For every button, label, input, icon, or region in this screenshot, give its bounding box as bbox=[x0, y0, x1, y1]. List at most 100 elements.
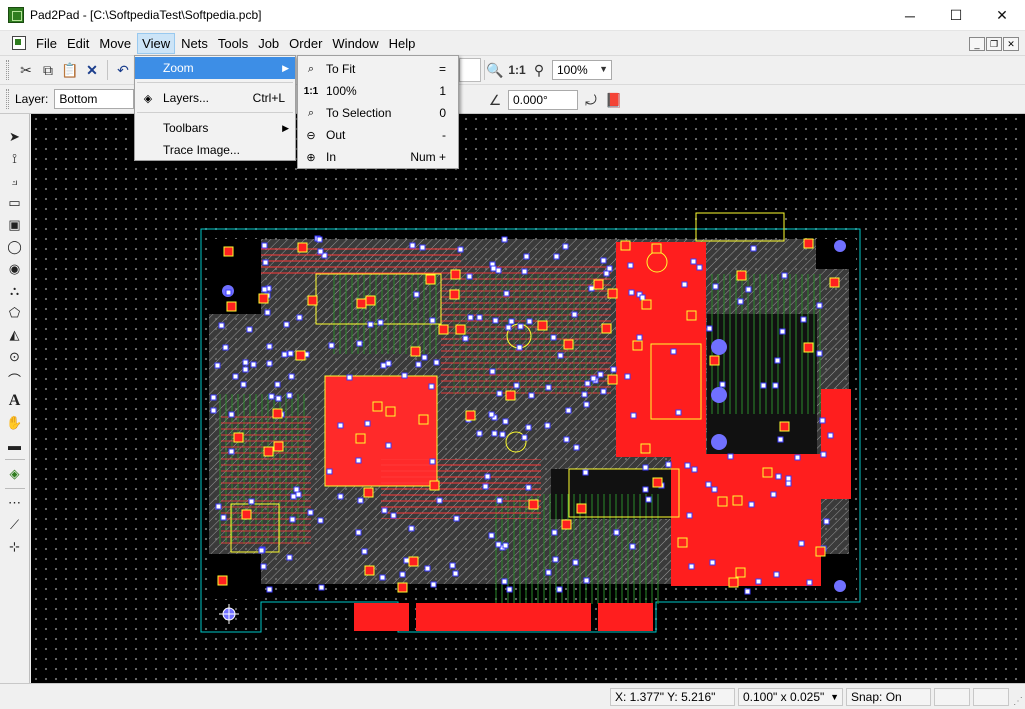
status-panel bbox=[934, 688, 970, 706]
trace-bundle bbox=[261, 244, 461, 274]
layers-icon[interactable]: ◈ bbox=[3, 463, 27, 485]
angle-value: 0.000° bbox=[513, 93, 548, 107]
pad bbox=[484, 473, 491, 480]
rotate-icon[interactable]: ⤾ bbox=[580, 89, 602, 111]
menu-help[interactable]: Help bbox=[385, 34, 420, 53]
menu-order[interactable]: Order bbox=[285, 34, 326, 53]
menu-file[interactable]: File bbox=[32, 34, 61, 53]
pad bbox=[248, 498, 255, 505]
zoom-in-item[interactable]: ⊕ In Num + bbox=[298, 146, 458, 168]
pad bbox=[670, 348, 677, 355]
circle-icon[interactable]: ◯ bbox=[3, 236, 27, 258]
smd-pad bbox=[576, 503, 587, 514]
cut-icon[interactable]: ✂ bbox=[15, 59, 37, 81]
zoom-out-item[interactable]: ⊖ Out - bbox=[298, 124, 458, 146]
zoom-out-icon[interactable]: ⚲ bbox=[528, 59, 550, 81]
pad bbox=[794, 454, 801, 461]
smd-pad bbox=[355, 433, 366, 444]
pcb-board-drawing[interactable]: SOFTPEDIA bbox=[31, 114, 1025, 683]
zoom-fit-icon[interactable]: 🔍 bbox=[484, 59, 506, 81]
menu-tools[interactable]: Tools bbox=[214, 34, 252, 53]
toolbar-grip[interactable] bbox=[6, 60, 9, 80]
document-icon[interactable] bbox=[12, 36, 26, 50]
grid-select[interactable]: 0.100" x 0.025" ▼ bbox=[738, 688, 843, 706]
tool-separator bbox=[4, 459, 25, 460]
polygon-icon[interactable]: ⬠ bbox=[3, 302, 27, 324]
view-menu-trace-image[interactable]: Trace Image... bbox=[135, 139, 295, 161]
menu-nets[interactable]: Nets bbox=[177, 34, 212, 53]
pad bbox=[681, 281, 688, 288]
tool-separator bbox=[4, 488, 25, 489]
menu-edit[interactable]: Edit bbox=[63, 34, 93, 53]
pad bbox=[413, 291, 420, 298]
toolbar-grip[interactable] bbox=[6, 89, 9, 109]
paste-icon[interactable]: 📋 bbox=[59, 59, 81, 81]
menu-bar: File Edit Move View Nets Tools Job Order… bbox=[0, 31, 1025, 55]
rectangle-icon[interactable]: ▭ bbox=[3, 192, 27, 214]
smd-pad bbox=[356, 298, 367, 309]
mdi-close-button[interactable]: ✕ bbox=[1003, 37, 1019, 51]
smd-pad bbox=[364, 565, 375, 576]
undo-icon[interactable]: ↶ bbox=[112, 59, 134, 81]
snap-status[interactable]: Snap: On bbox=[846, 688, 931, 706]
arc-icon[interactable]: ⌒ bbox=[3, 368, 27, 390]
pad bbox=[488, 411, 495, 418]
view-menu-layers[interactable]: ◈ Layers... Ctrl+L bbox=[135, 87, 295, 109]
minimize-button[interactable]: ─ bbox=[887, 0, 933, 31]
pad bbox=[779, 328, 786, 335]
pad2pad-app-icon bbox=[8, 7, 24, 23]
measure-icon[interactable]: ⟋ bbox=[3, 514, 27, 536]
zoom-to-selection-item[interactable]: ⌕ To Selection 0 bbox=[298, 102, 458, 124]
pad bbox=[777, 436, 784, 443]
fill-icon[interactable]: ⛬ bbox=[3, 280, 27, 302]
book-icon[interactable]: 📕 bbox=[603, 89, 625, 111]
view-menu-zoom[interactable]: Zoom ▶ bbox=[135, 57, 295, 79]
mdi-restore-button[interactable]: ❐ bbox=[986, 37, 1002, 51]
pad bbox=[328, 342, 335, 349]
trace-icon[interactable]: ⟟ bbox=[3, 148, 27, 170]
pad bbox=[624, 373, 631, 380]
menu-window[interactable]: Window bbox=[328, 34, 382, 53]
ruler-icon[interactable]: ▬ bbox=[3, 434, 27, 456]
menu-move[interactable]: Move bbox=[95, 34, 135, 53]
route-icon[interactable]: ⟓ bbox=[3, 170, 27, 192]
pad bbox=[242, 366, 249, 373]
pad bbox=[262, 259, 269, 266]
text-icon[interactable]: A bbox=[3, 390, 27, 412]
origin-icon[interactable]: ⊹ bbox=[3, 536, 27, 558]
smd-pad bbox=[779, 421, 790, 432]
trace-bundle bbox=[331, 274, 441, 354]
smd-pad bbox=[736, 270, 747, 281]
toolbar-field[interactable] bbox=[459, 58, 481, 82]
smd-pad bbox=[297, 242, 308, 253]
snap-icon[interactable]: ⋯ bbox=[3, 492, 27, 514]
angle-input[interactable]: 0.000° bbox=[508, 90, 578, 110]
pad bbox=[550, 334, 557, 341]
close-button[interactable]: ✕ bbox=[979, 0, 1025, 31]
menu-view[interactable]: View bbox=[137, 32, 176, 54]
layers-stack-icon[interactable]: ◉ bbox=[3, 258, 27, 280]
pad bbox=[281, 351, 288, 358]
copy-icon[interactable]: ⧉ bbox=[37, 59, 59, 81]
resize-grip-icon[interactable]: ⋰ bbox=[1013, 696, 1023, 707]
mdi-minimize-button[interactable]: _ bbox=[969, 37, 985, 51]
hand-pan-icon[interactable]: ✋ bbox=[3, 412, 27, 434]
view-menu-toolbars[interactable]: Toolbars ▶ bbox=[135, 117, 295, 139]
zoom-100-icon[interactable]: 1:1 bbox=[506, 59, 528, 81]
pad bbox=[214, 362, 221, 369]
pad-icon[interactable]: ▣ bbox=[3, 214, 27, 236]
layer-select[interactable]: Bottom bbox=[54, 89, 135, 109]
pcb-canvas[interactable]: SOFTPEDIA bbox=[31, 114, 1025, 683]
zoom-100-item[interactable]: 1:1 100% 1 bbox=[298, 80, 458, 102]
drill-icon[interactable]: ⊙ bbox=[3, 346, 27, 368]
cutout-icon[interactable]: ◭ bbox=[3, 324, 27, 346]
pad bbox=[225, 289, 232, 296]
zoom-to-fit-item[interactable]: ⌕ To Fit = bbox=[298, 58, 458, 80]
select-arrow-icon[interactable]: ➤ bbox=[3, 126, 27, 148]
delete-icon[interactable]: ✕ bbox=[81, 59, 103, 81]
zoom-select[interactable]: 100% ▼ bbox=[552, 60, 612, 80]
maximize-button[interactable]: ☐ bbox=[933, 0, 979, 31]
pad bbox=[215, 503, 222, 510]
pad bbox=[307, 509, 314, 516]
menu-job[interactable]: Job bbox=[254, 34, 283, 53]
